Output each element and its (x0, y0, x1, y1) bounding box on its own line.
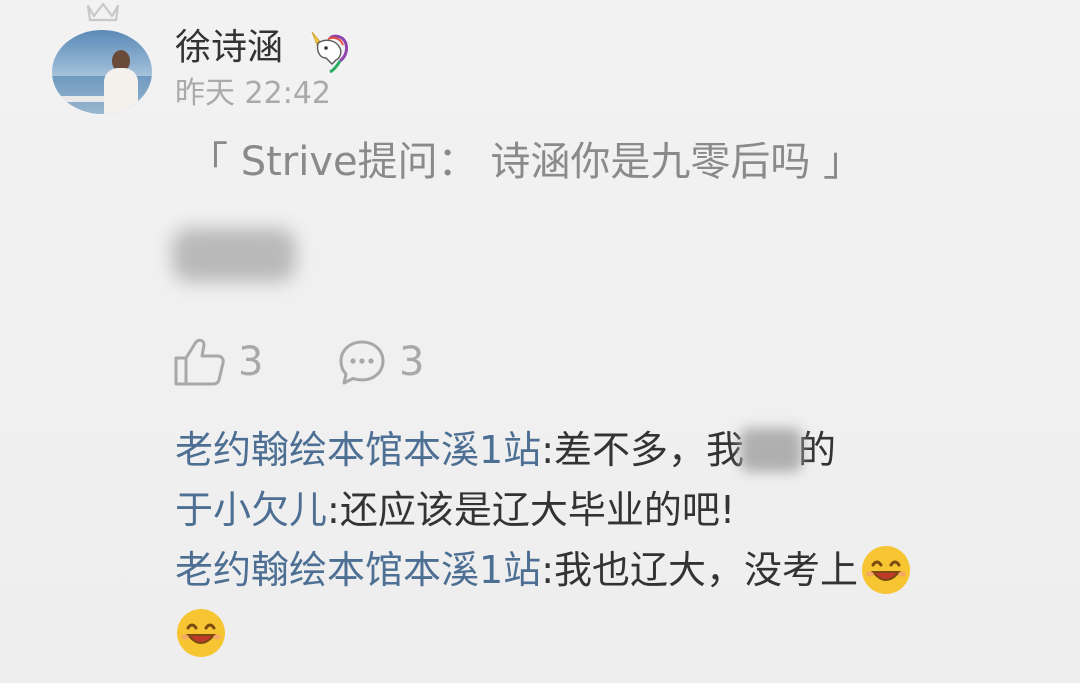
comment-separator: : (541, 548, 554, 592)
comment-text: 还应该是辽大毕业的吧! (339, 488, 736, 532)
blurred-text (740, 428, 803, 472)
comment-author[interactable]: 老约翰绘本馆本溪1站 (175, 420, 541, 480)
comment-separator: : (327, 488, 340, 532)
comment-button[interactable]: 3 (337, 336, 424, 388)
comment-separator: : (541, 428, 554, 472)
timestamp: 昨天 22:42 (175, 76, 331, 111)
blurred-answer (172, 228, 296, 282)
comment-item: 老约翰绘本馆本溪1站 : 差不多，我 的 (175, 420, 1055, 480)
thumbs-up-icon (174, 338, 225, 386)
post-card: 徐诗涵 昨天 22:42 「 Strive提问： 诗涵你是九零后吗 」 3 3 (0, 0, 1080, 683)
comment-author[interactable]: 老约翰绘本馆本溪1站 (175, 540, 541, 600)
comment-item: 于小欠儿 : 还应该是辽大毕业的吧! (175, 480, 1055, 540)
like-count: 3 (238, 339, 264, 385)
grinning-face-icon (177, 609, 225, 657)
comment-item: 老约翰绘本馆本溪1站 : 我也辽大，没考上 (175, 540, 1055, 600)
speech-bubble-icon (339, 340, 385, 385)
like-button[interactable]: 3 (172, 336, 263, 388)
grinning-face-icon (862, 546, 911, 594)
comment-continuation (175, 600, 1055, 666)
unicorn-icon (311, 31, 348, 74)
comment-text: 差不多，我 (554, 428, 745, 472)
post-quote: 「 Strive提问： 诗涵你是九零后吗 」 (188, 139, 864, 185)
comment-author[interactable]: 于小欠儿 (175, 480, 327, 540)
comment-text: 我也辽大，没考上 (554, 548, 859, 592)
comment-text-tail: 的 (798, 428, 837, 472)
comment-list: 老约翰绘本馆本溪1站 : 差不多，我 的 于小欠儿 : 还应该是辽大毕业的吧! … (175, 420, 1055, 666)
avatar[interactable] (52, 30, 152, 114)
comment-count: 3 (399, 339, 425, 385)
username[interactable]: 徐诗涵 (175, 24, 283, 72)
crown-icon (86, 2, 120, 22)
